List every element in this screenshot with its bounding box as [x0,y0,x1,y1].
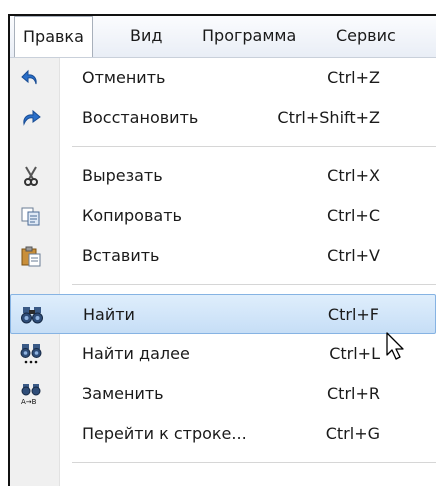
screenshot-frame: Правка Вид Программа Сервис Отменить Ctr… [0,0,436,486]
menu-item-label: Восстановить [82,108,199,127]
menu-item-copy[interactable]: Копировать Ctrl+C [10,196,436,236]
menu-view[interactable]: Вид [122,16,170,57]
redo-icon [20,107,42,129]
menu-item-paste[interactable]: Вставить Ctrl+V [10,236,436,276]
menu-item-find-next[interactable]: Найти далее Ctrl+L [10,334,436,374]
binoculars-icon [21,304,43,326]
menu-item-label: Заменить [82,384,164,403]
menu-item-shortcut: Ctrl+F [327,305,379,324]
menu-separator [72,146,436,147]
menu-item-shortcut: Ctrl+C [326,206,380,225]
menu-item-label: Перейти к строке... [82,424,247,443]
menu-item-redo[interactable]: Восстановить Ctrl+Shift+Z [10,98,436,138]
menu-item-label: Вставить [82,246,160,265]
menu-item-label: Вырезать [82,166,163,185]
menu-item-label: Отменить [82,68,166,87]
menu-item-shortcut: Ctrl+V [327,246,380,265]
menu-item-shortcut: Ctrl+G [325,424,380,443]
menu-service[interactable]: Сервис [328,16,404,57]
paste-icon [20,245,42,267]
scissors-icon [20,165,42,187]
menu-item-label: Найти [83,305,135,324]
menu-separator [72,284,436,285]
svg-text:A→B: A→B [21,398,37,405]
menu-item-replace[interactable]: A→B Заменить Ctrl+R [10,374,436,414]
menu-item-shortcut: Ctrl+Z [327,68,380,87]
find-next-icon [20,343,42,365]
menu-item-cut[interactable]: Вырезать Ctrl+X [10,156,436,196]
mouse-cursor-icon [386,332,408,362]
menu-item-shortcut: Ctrl+R [327,384,380,403]
copy-icon [20,205,42,227]
menu-item-label: Копировать [82,206,182,225]
menu-program[interactable]: Программа [194,16,304,57]
menu-bar: Правка Вид Программа Сервис [10,16,436,58]
menu-item-undo[interactable]: Отменить Ctrl+Z [10,58,436,98]
menu-item-shortcut: Ctrl+Shift+Z [277,108,380,127]
menu-item-shortcut: Ctrl+X [327,166,380,185]
menu-item-goto-line[interactable]: Перейти к строке... Ctrl+G [10,414,436,454]
edit-menu-dropdown: Отменить Ctrl+Z Восстановить Ctrl+Shift+… [10,58,436,486]
replace-icon: A→B [20,383,42,406]
menu-item-find[interactable]: Найти Ctrl+F [10,294,436,334]
menu-item-shortcut: Ctrl+L [329,344,380,363]
undo-icon [20,67,42,89]
menu-item-label: Найти далее [82,344,190,363]
menu-edit[interactable]: Правка [14,16,93,57]
menu-separator [72,462,436,463]
